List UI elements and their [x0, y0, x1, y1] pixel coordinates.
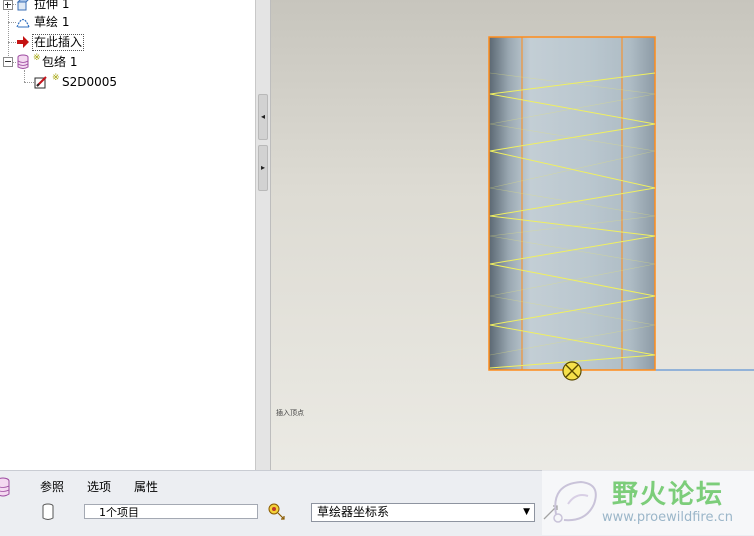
- extrude-icon: [16, 0, 29, 11]
- tab-properties[interactable]: 属性: [134, 478, 158, 495]
- expand-right-arrow-icon[interactable]: ▸: [258, 145, 268, 191]
- reference-collector-field[interactable]: 1个项目: [84, 504, 258, 519]
- tab-options[interactable]: 选项: [87, 478, 111, 495]
- coordinate-system-select[interactable]: 草绘器坐标系 ▼: [311, 503, 535, 522]
- tree-item-extrude[interactable]: 拉伸 1: [16, 0, 246, 13]
- wrap-feature-icon: [0, 477, 10, 497]
- wrap-feature-icon: [17, 54, 29, 69]
- tree-item-section[interactable]: ※ S2D0005: [34, 73, 244, 91]
- model-tree: 拉伸 1 草绘 1 在此插入 ※ 包络 1 ※ S2D0005: [0, 0, 256, 470]
- insert-here-arrow-icon: [17, 36, 29, 48]
- collapse-toggle[interactable]: [3, 57, 13, 67]
- start-point-pick-icon[interactable]: [266, 501, 288, 523]
- cylinder-reference-icon: [42, 503, 54, 520]
- panel-splitter[interactable]: ◂ ▸: [256, 0, 271, 470]
- new-feature-marker-icon: ※: [33, 53, 41, 63]
- watermark-logo-icon: [553, 480, 597, 523]
- sketch-icon: [16, 18, 30, 28]
- tree-connector: [24, 70, 25, 82]
- tree-item-label: 拉伸 1: [34, 0, 70, 11]
- tree-connector: [8, 22, 16, 23]
- tree-connector: [24, 82, 34, 83]
- tab-references[interactable]: 参照: [40, 478, 64, 495]
- sketch-section-icon: [34, 76, 47, 89]
- tree-item-label: S2D0005: [62, 75, 118, 89]
- vertex-tooltip: 插入顶点: [276, 409, 304, 417]
- graphics-window[interactable]: [271, 0, 754, 470]
- start-point-marker-icon[interactable]: [562, 361, 582, 381]
- tree-item-sketch[interactable]: 草绘 1: [16, 13, 246, 31]
- new-feature-marker-icon: ※: [52, 73, 60, 83]
- watermark-title: 野火论坛: [612, 480, 725, 510]
- tree-item-insert-here[interactable]: 在此插入: [16, 33, 246, 51]
- cylinder-body[interactable]: [488, 36, 656, 371]
- expand-toggle[interactable]: [3, 0, 13, 10]
- coordinate-system-value: 草绘器坐标系: [317, 505, 390, 519]
- tree-item-wrap[interactable]: ※ 包络 1: [16, 53, 246, 71]
- forum-watermark: 野火论坛 www.proewildfire.cn: [542, 470, 754, 535]
- tree-item-label: 草绘 1: [34, 15, 70, 29]
- tree-item-label: 包络 1: [42, 55, 78, 69]
- chevron-down-icon: ▼: [523, 507, 530, 517]
- watermark-url: www.proewildfire.cn: [602, 510, 733, 525]
- collapse-left-arrow-icon[interactable]: ◂: [258, 94, 268, 140]
- model-viewport[interactable]: [271, 0, 754, 470]
